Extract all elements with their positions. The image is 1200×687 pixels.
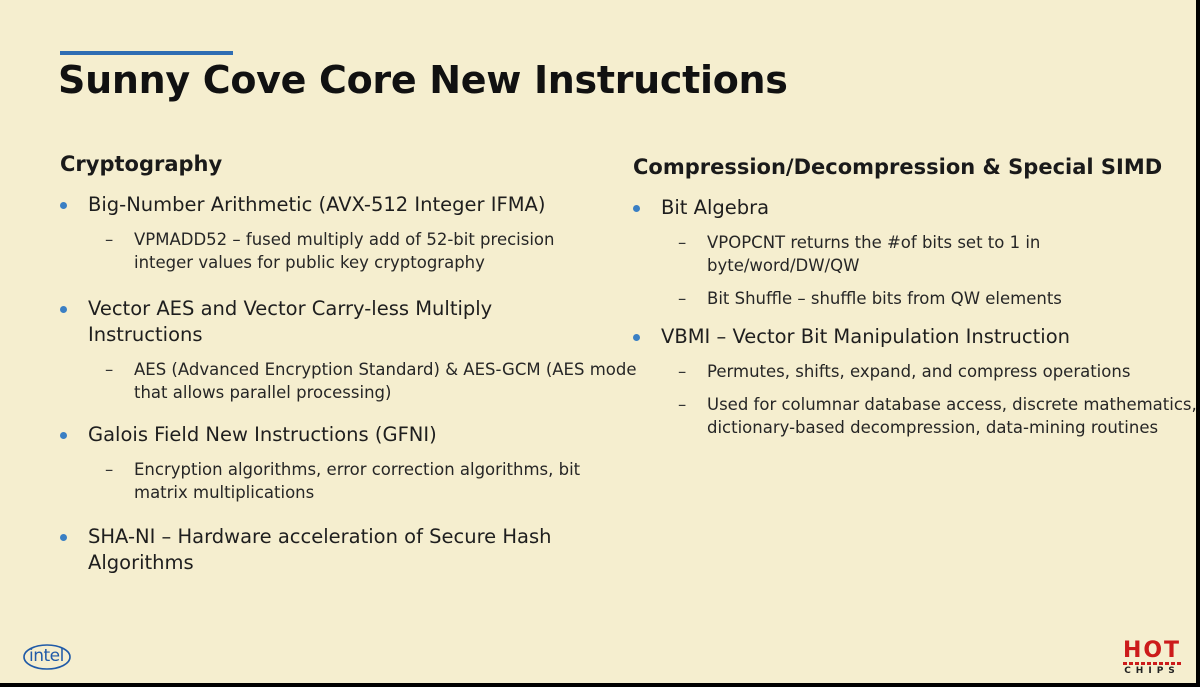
title-accent-rule (60, 51, 233, 55)
bullet-text: Galois Field New Instructions (GFNI) (88, 423, 437, 446)
sub-bullet: – VPOPCNT returns the #of bits set to 1 … (633, 231, 1157, 277)
slide: Sunny Cove Core New Instructions Cryptog… (0, 0, 1198, 685)
bullet: Galois Field New Instructions (GFNI) (60, 422, 620, 448)
sub-bullet: – Encryption algorithms, error correctio… (60, 458, 614, 504)
dash-icon: – (105, 360, 114, 379)
chips-logo-text: CHIPS (1124, 666, 1180, 676)
bullet-item: Big-Number Arithmetic (AVX-512 Integer I… (60, 192, 620, 274)
bullet-text: Bit Algebra (661, 196, 770, 219)
sub-bullets: – Encryption algorithms, error correctio… (60, 458, 620, 504)
bullet-text: Big-Number Arithmetic (AVX-512 Integer I… (88, 193, 546, 216)
sub-bullets: – VPMADD52 – fused multiply add of 52-bi… (60, 228, 620, 274)
dash-icon: – (678, 289, 687, 308)
sub-bullet: – Permutes, shifts, expand, and compress… (633, 360, 1196, 383)
bullet-dot-icon (60, 432, 67, 439)
dash-icon: – (678, 395, 687, 414)
bullet-dot-icon (60, 202, 67, 209)
bullet: Bit Algebra (633, 195, 1193, 221)
sub-bullet: – AES (Advanced Encryption Standard) & A… (60, 358, 639, 404)
hot-chips-logo: HOT CHIPS (1117, 640, 1187, 680)
compression-column: Compression/Decompression & Special SIMD… (633, 155, 1196, 453)
intel-logo: intel (22, 643, 72, 671)
sub-bullet-text: AES (Advanced Encryption Standard) & AES… (134, 360, 637, 402)
slide-title: Sunny Cove Core New Instructions (58, 58, 788, 102)
bullet-dot-icon (60, 306, 67, 313)
dash-icon: – (105, 230, 114, 249)
sub-bullet-text: VPMADD52 – fused multiply add of 52-bit … (134, 230, 555, 272)
bullet: SHA-NI – Hardware acceleration of Secure… (60, 524, 588, 576)
sub-bullets: – Permutes, shifts, expand, and compress… (633, 360, 1196, 439)
compression-heading: Compression/Decompression & Special SIMD (633, 155, 1163, 179)
dash-icon: – (678, 233, 687, 252)
bullet-dot-icon (60, 534, 67, 541)
bullet: Vector AES and Vector Carry-less Multipl… (60, 296, 558, 348)
sub-bullets: – VPOPCNT returns the #of bits set to 1 … (633, 231, 1193, 310)
hot-logo-text: HOT (1122, 638, 1182, 663)
bullet-item: VBMI – Vector Bit Manipulation Instructi… (633, 324, 1196, 439)
sub-bullet: – Bit Shuffle – shuffle bits from QW ele… (633, 287, 1187, 310)
sub-bullet-text: Encryption algorithms, error correction … (134, 460, 581, 502)
dash-icon: – (678, 362, 687, 381)
sub-bullet-text: Bit Shuffle – shuffle bits from QW eleme… (707, 289, 1062, 308)
hot-chips-bar-icon (1123, 662, 1181, 665)
sub-bullet-text: Permutes, shifts, expand, and compress o… (707, 362, 1131, 381)
sub-bullets: – AES (Advanced Encryption Standard) & A… (60, 358, 637, 404)
sub-bullet: – Used for columnar database access, dis… (633, 393, 1197, 439)
cryptography-column: Cryptography Big-Number Arithmetic (AVX-… (60, 152, 637, 590)
bullet-item: Bit Algebra – VPOPCNT returns the #of bi… (633, 195, 1193, 310)
bullet: VBMI – Vector Bit Manipulation Instructi… (633, 324, 1193, 350)
cryptography-heading: Cryptography (60, 152, 223, 176)
bullet-dot-icon (633, 205, 640, 212)
bullet-text: SHA-NI – Hardware acceleration of Secure… (88, 525, 552, 574)
bullet-text: Vector AES and Vector Carry-less Multipl… (88, 297, 493, 346)
bullet-item: Vector AES and Vector Carry-less Multipl… (60, 296, 637, 404)
bullet-item: SHA-NI – Hardware acceleration of Secure… (60, 524, 620, 576)
bullet-item: Galois Field New Instructions (GFNI) – E… (60, 422, 620, 504)
sub-bullet: – VPMADD52 – fused multiply add of 52-bi… (60, 228, 606, 274)
intel-logo-text: intel (29, 646, 64, 666)
bullet-text: VBMI – Vector Bit Manipulation Instructi… (661, 325, 1070, 348)
bullet: Big-Number Arithmetic (AVX-512 Integer I… (60, 192, 620, 218)
bullet-dot-icon (633, 334, 640, 341)
dash-icon: – (105, 460, 114, 479)
sub-bullet-text: Used for columnar database access, discr… (707, 395, 1197, 437)
sub-bullet-text: VPOPCNT returns the #of bits set to 1 in… (707, 233, 1041, 275)
